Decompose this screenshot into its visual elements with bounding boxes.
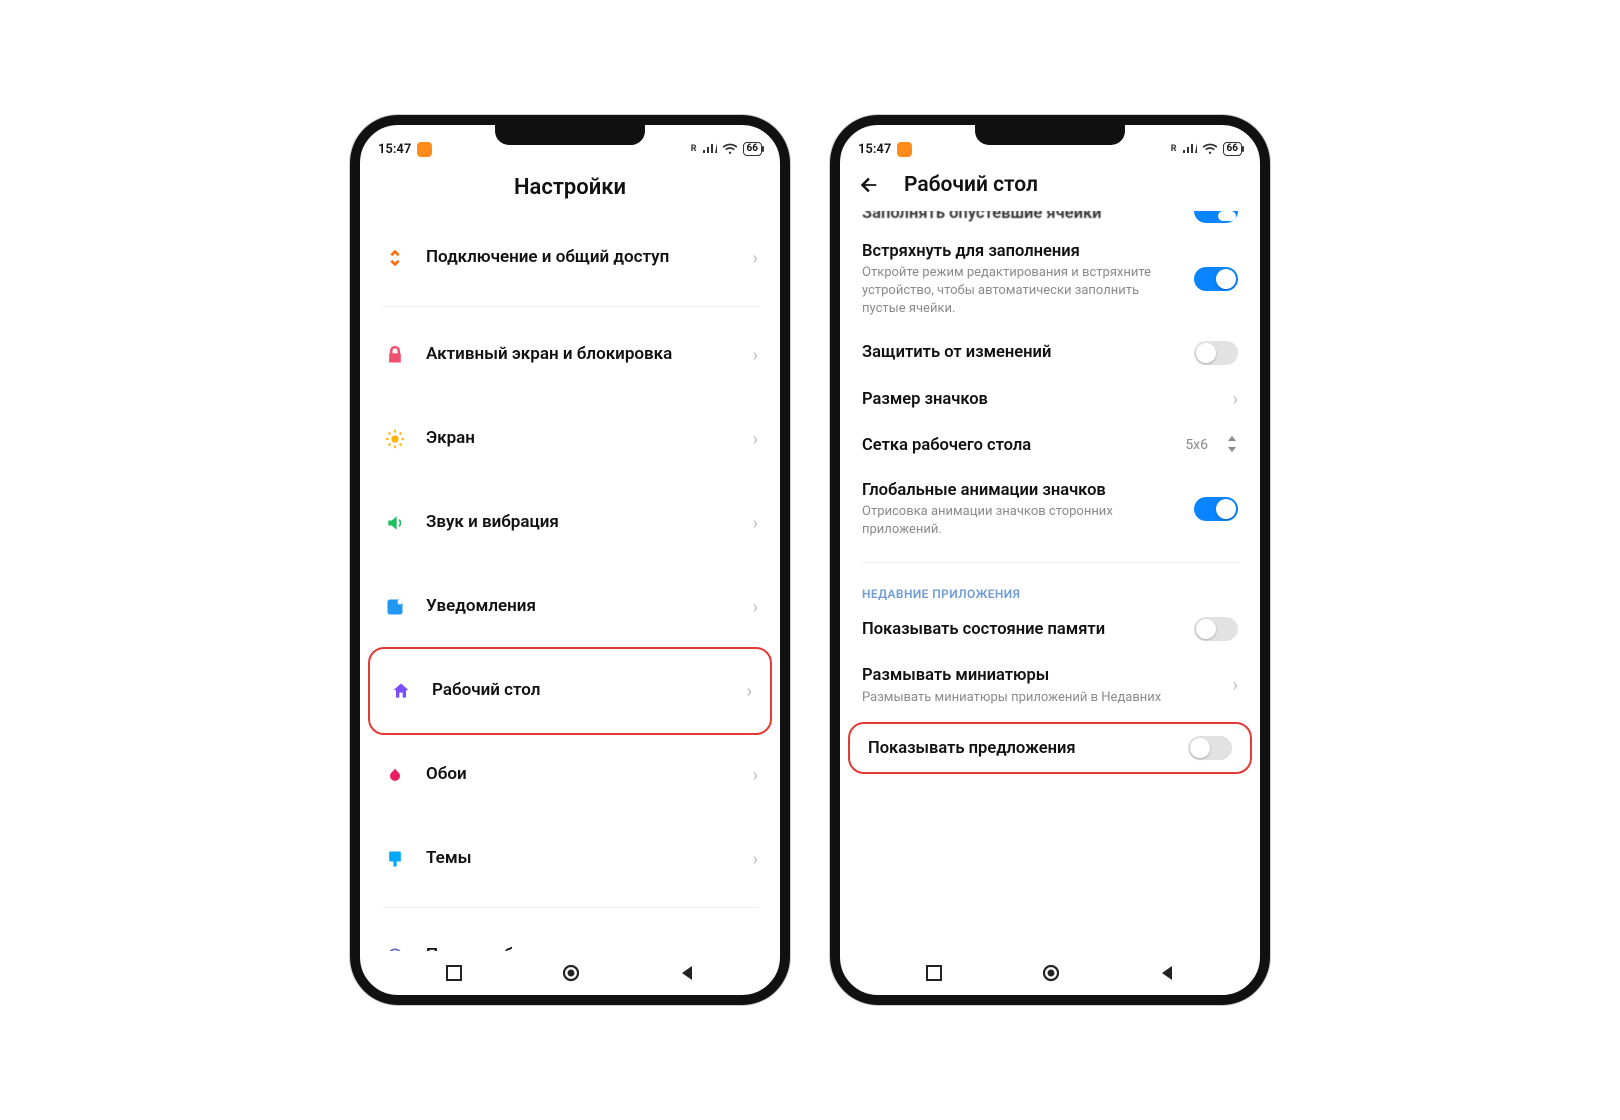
phone-left: 15:47 R 66 Настройки Подключение и [350,115,790,1005]
volume-icon [382,513,408,533]
item-title: Встряхнуть для заполнения [862,241,1180,262]
home-settings-list[interactable]: Заполнять опустевшие ячейки Встряхнуть д… [840,211,1260,951]
navigation-bar [360,951,780,995]
divider [382,306,758,307]
chevron-right-icon: › [1233,389,1238,410]
nav-back-button[interactable] [1160,965,1174,981]
highlight-home: Рабочий стол › [368,647,772,735]
item-global-anim[interactable]: Глобальные анимации значков Отрисовка ан… [844,468,1256,551]
status-r-label: R [1171,144,1177,154]
settings-item-security[interactable]: Пароли и безопасность › [364,914,776,951]
settings-item-label: Звук и вибрация [426,512,735,533]
theme-icon [382,849,408,869]
toggle-shake-fill[interactable] [1194,267,1238,291]
updown-icon [1226,436,1238,455]
divider [862,562,1238,563]
toggle-memory-state[interactable] [1194,617,1238,641]
chevron-right-icon: › [753,248,758,269]
status-app-icon [897,142,912,157]
chevron-right-icon: › [753,849,758,870]
item-subtitle: Отрисовка анимации значков сторонних при… [862,503,1180,538]
phone-notch [495,123,645,145]
chevron-right-icon: › [747,681,752,702]
item-subtitle: Размывать миниатюры приложений в Недавни… [862,689,1219,707]
nav-home-button[interactable] [561,963,581,983]
status-time: 15:47 [378,142,411,157]
item-subtitle: Откройте режим редактирования и встряхни… [862,264,1180,317]
phone-notch [975,123,1125,145]
item-blur-thumbs[interactable]: Размывать миниатюры Размывать миниатюры … [844,653,1256,718]
item-icon-size[interactable]: Размер значков › [844,377,1256,422]
settings-item-connection[interactable]: Подключение и общий доступ › [364,216,776,300]
chevron-right-icon: › [1233,675,1238,696]
status-r-label: R [691,144,697,154]
lock-icon [382,345,408,365]
chevron-right-icon: › [753,513,758,534]
settings-item-label: Рабочий стол [432,680,729,701]
item-grid[interactable]: Сетка рабочего стола 5x6 [844,423,1256,468]
page-title: Настройки [360,167,780,216]
settings-list[interactable]: Подключение и общий доступ › Активный эк… [360,216,780,951]
settings-item-display[interactable]: Экран › [364,397,776,481]
toggle-partial [1194,211,1238,223]
item-title: Показывать предложения [868,738,1174,759]
status-app-icon [417,142,432,157]
signal-icon [702,143,717,155]
toggle-protect-changes[interactable] [1194,341,1238,365]
wallpaper-icon [382,765,408,785]
back-button[interactable] [858,174,880,196]
phone-right: 15:47 R 66 Рабочий стол Запол [830,115,1270,1005]
toggle-global-anim[interactable] [1194,497,1238,521]
battery-icon: 66 [1223,142,1242,156]
settings-item-notifications[interactable]: Уведомления › [364,565,776,649]
settings-item-label: Активный экран и блокировка [426,344,735,365]
item-memory-state[interactable]: Показывать состояние памяти [844,605,1256,653]
toggle-show-suggestions[interactable] [1188,736,1232,760]
settings-item-label: Темы [426,848,735,869]
item-title: Сетка рабочего стола [862,435,1171,456]
item-title: Глобальные анимации значков [862,480,1180,501]
item-title: Размывать миниатюры [862,665,1219,686]
status-time: 15:47 [858,142,891,157]
chevron-right-icon: › [753,345,758,366]
nav-recents-button[interactable] [926,965,942,981]
share-icon [382,247,408,269]
settings-item-label: Экран [426,428,735,449]
settings-item-label: Обои [426,764,735,785]
notification-icon [382,597,408,617]
battery-icon: 66 [743,142,762,156]
settings-item-themes[interactable]: Темы › [364,817,776,901]
item-show-suggestions[interactable]: Показывать предложения [850,724,1250,772]
chevron-right-icon: › [753,765,758,786]
settings-item-lockscreen[interactable]: Активный экран и блокировка › [364,313,776,397]
settings-item-sound[interactable]: Звук и вибрация › [364,481,776,565]
nav-home-button[interactable] [1041,963,1061,983]
settings-item-wallpaper[interactable]: Обои › [364,733,776,817]
navigation-bar [840,951,1260,995]
item-title: Защитить от изменений [862,342,1180,363]
partial-item-top: Заполнять опустевшие ячейки [844,211,1256,223]
home-icon [388,681,414,701]
item-title: Показывать состояние памяти [862,619,1180,640]
chevron-right-icon: › [753,429,758,450]
item-protect-changes[interactable]: Защитить от изменений [844,329,1256,377]
section-header-recents: НЕДАВНИЕ ПРИЛОЖЕНИЯ [844,569,1256,605]
item-title: Размер значков [862,389,1219,410]
settings-item-label: Подключение и общий доступ [426,247,735,268]
wifi-icon [1202,143,1218,155]
chevron-right-icon: › [753,597,758,618]
settings-item-label: Уведомления [426,596,735,617]
header-row: Рабочий стол [840,167,1260,211]
signal-icon [1182,143,1197,155]
sun-icon [382,428,408,450]
wifi-icon [722,143,738,155]
item-value: 5x6 [1185,437,1208,453]
item-shake-fill[interactable]: Встряхнуть для заполнения Откройте режим… [844,229,1256,329]
settings-item-home[interactable]: Рабочий стол › [370,649,770,733]
divider [382,907,758,908]
nav-back-button[interactable] [680,965,694,981]
nav-recents-button[interactable] [446,965,462,981]
highlight-suggestions: Показывать предложения [848,722,1252,774]
page-title: Рабочий стол [898,173,1242,197]
